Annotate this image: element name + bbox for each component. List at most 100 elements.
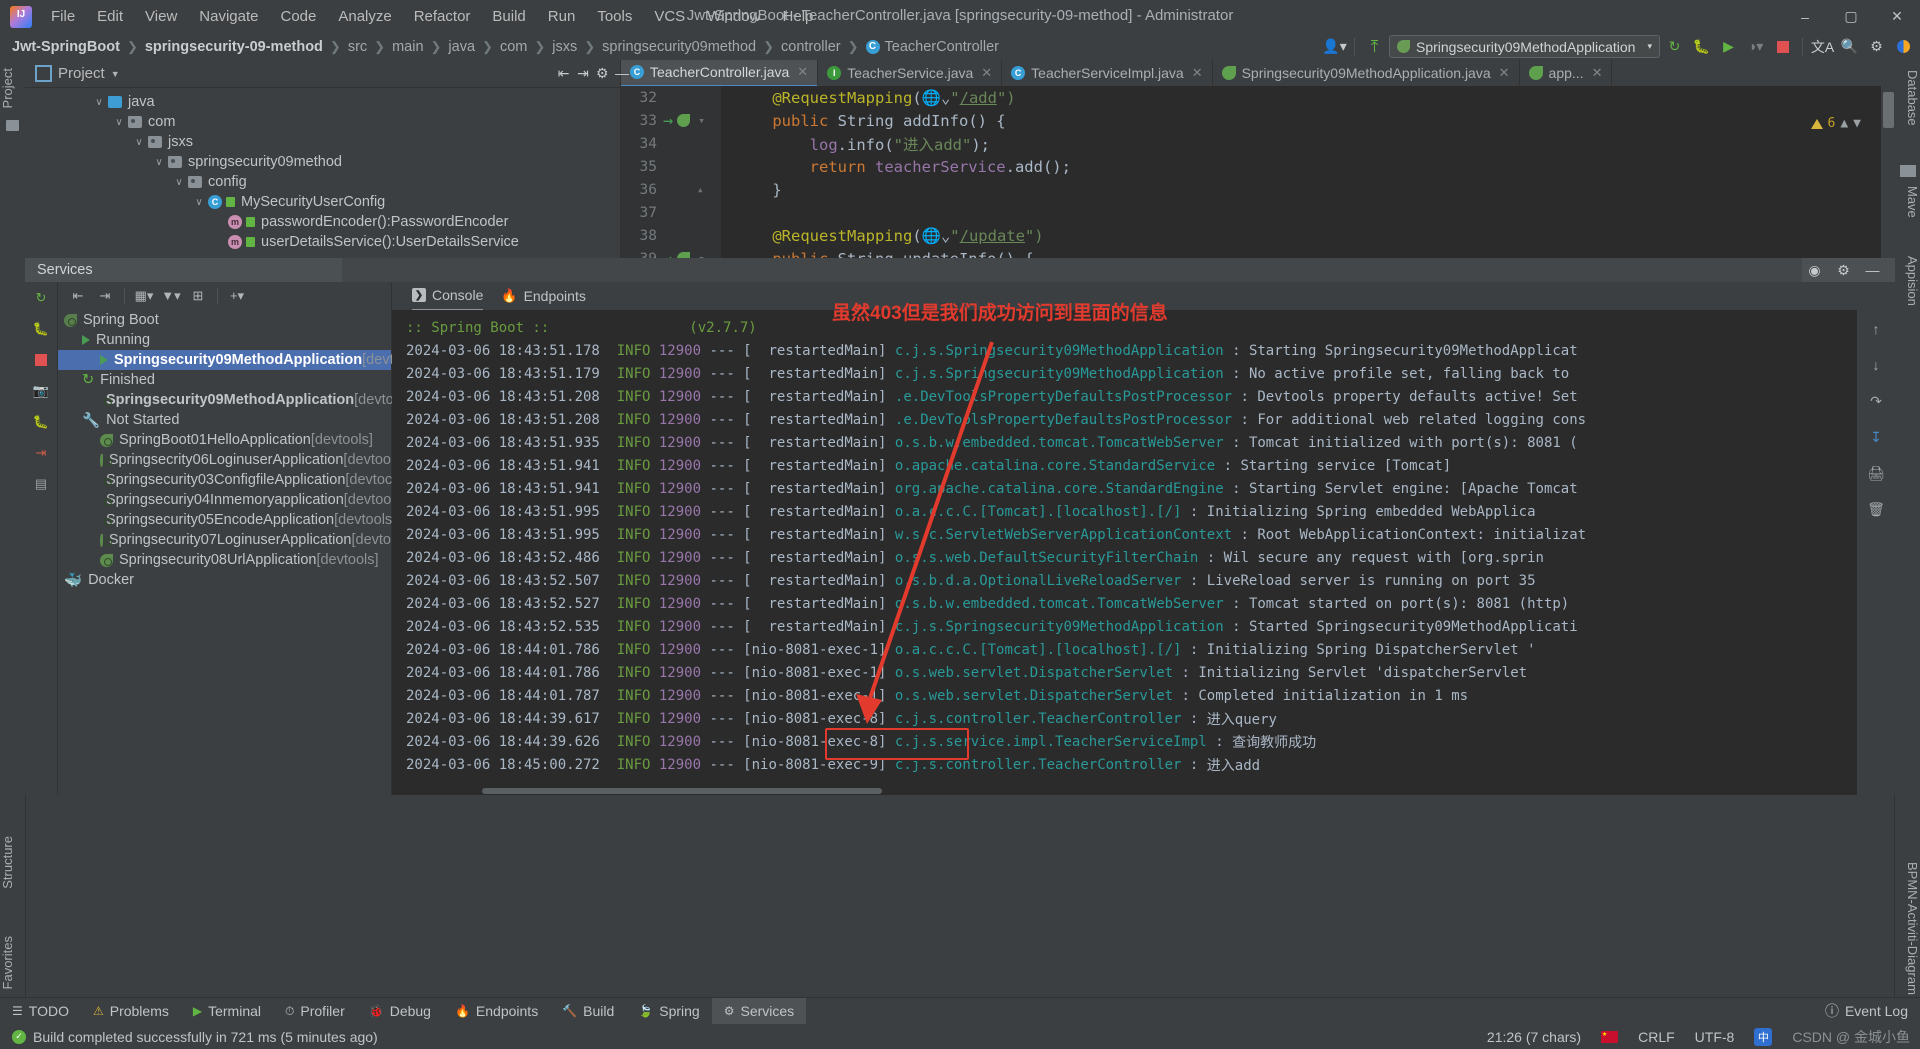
breadcrumb[interactable]: Jwt-SpringBoot ❯ springsecurity-09-method ❯… (0, 39, 999, 55)
debug-icon[interactable]: 🐛 (1689, 35, 1714, 59)
chevron-down-icon[interactable]: ∨ (113, 117, 125, 128)
bottom-tab-profiler[interactable]: ⏱ Profiler (273, 998, 357, 1024)
fold-marker-icon[interactable]: ▾ (698, 114, 705, 127)
ime-indicator[interactable]: 中 (1744, 1027, 1782, 1046)
coverage-icon[interactable]: ◑▾ (1743, 35, 1768, 59)
bottom-tab-build[interactable]: 🔨 Build (550, 998, 626, 1024)
stripe-appision[interactable]: Appision (1895, 250, 1920, 312)
breadcrumb-item-9[interactable]: C TeacherController (865, 39, 999, 55)
menu-item-tools[interactable]: Tools (586, 4, 643, 29)
stripe-project[interactable]: Project (0, 62, 25, 114)
editor-tab-4[interactable]: app... ✕ (1520, 60, 1613, 86)
services-tree-row[interactable]: Springsecrity06LoginuserApplication [dev… (58, 450, 391, 470)
services-tree-row[interactable]: Springsecurity08UrlApplication [devtools… (58, 550, 391, 570)
run-with-icon[interactable]: ▶ (1716, 35, 1741, 59)
camera-icon[interactable]: 📷 (31, 381, 51, 401)
breadcrumb-item-4[interactable]: java (448, 39, 475, 55)
main-menu[interactable]: File Edit View Navigate Code Analyze Refactor B… (40, 4, 824, 29)
project-tree-row[interactable]: m passwordEncoder():PasswordEncoder (25, 212, 620, 232)
fold-end-icon[interactable]: ▴ (697, 183, 704, 196)
filter-icon[interactable]: ▼▾ (159, 285, 183, 307)
theme-icon[interactable] (1891, 35, 1916, 59)
hide-panel-icon[interactable]: — (615, 61, 629, 85)
chevron-down-icon[interactable]: ∨ (133, 137, 145, 148)
clear-all-icon[interactable]: 🗑 (1865, 498, 1887, 520)
add-service-icon[interactable]: +▾ (225, 285, 249, 307)
code-text[interactable]: public String addInfo() { (721, 112, 1005, 130)
settings-gear-icon[interactable]: ⚙ (1864, 35, 1889, 59)
chevron-down-icon[interactable]: ∨ (193, 197, 205, 208)
run-configuration-selector[interactable]: Springsecurity09MethodApplication ▾ (1389, 35, 1660, 58)
maximize-icon[interactable]: ▢ (1828, 0, 1874, 33)
code-text[interactable]: return teacherService.add(); (721, 158, 1071, 176)
chevron-down-icon[interactable]: ∨ (153, 157, 165, 168)
run-arrow-icon[interactable]: → (663, 249, 673, 259)
editor-tab-3[interactable]: Springsecurity09MethodApplication.java ✕ (1213, 60, 1520, 86)
bottom-tab-terminal[interactable]: ▶ Terminal (181, 998, 273, 1024)
attach-debugger-icon[interactable]: 🐛 (31, 412, 51, 432)
run-arrow-icon[interactable]: → (663, 111, 673, 131)
editor-tab-0[interactable]: C TeacherController.java ✕ (621, 60, 819, 86)
menu-item-code[interactable]: Code (269, 4, 327, 29)
services-tree-row[interactable]: Springsecuriy04Inmemoryapplication [devt… (58, 490, 391, 510)
breadcrumb-item-0[interactable]: Jwt-SpringBoot (12, 39, 120, 55)
breadcrumb-item-3[interactable]: main (392, 39, 423, 55)
layout-icon[interactable]: ▤ (31, 474, 51, 494)
line-separator[interactable]: CRLF (1628, 1029, 1685, 1045)
bottom-tab-spring[interactable]: 🍃 Spring (626, 998, 711, 1024)
close-icon[interactable]: ✕ (981, 65, 992, 81)
project-tree-row[interactable]: ∨ com (25, 112, 620, 132)
menu-item-file[interactable]: File (40, 4, 86, 29)
bottom-tab-debug[interactable]: 🐞 Debug (357, 998, 443, 1024)
breadcrumb-item-7[interactable]: springsecurity09method (602, 39, 756, 55)
caret-position[interactable]: 21:26 (7 chars) (1477, 1029, 1591, 1045)
debug-rerun-icon[interactable]: 🐛 (31, 319, 51, 339)
scroll-to-end-icon[interactable]: ↧ (1865, 426, 1887, 448)
breadcrumb-item-8[interactable]: controller (781, 39, 841, 55)
stripe-structure[interactable]: Structure (0, 830, 25, 895)
code-text[interactable]: @RequestMapping(🌐⌄"/add") (721, 89, 1015, 107)
group-by-icon[interactable]: ▦▾ (132, 285, 156, 307)
add-tab-icon[interactable]: ⊞ (186, 285, 210, 307)
menu-item-navigate[interactable]: Navigate (188, 4, 269, 29)
code-view[interactable]: 32 @RequestMapping(🌐⌄"/add") 33 → ▾ public … (621, 86, 1895, 258)
services-tree-row[interactable]: Springsecurity05EncodeApplication [devto… (58, 510, 396, 530)
collapse-all-icon[interactable]: ⇥ (576, 61, 589, 85)
project-tree-row[interactable]: ∨ config (25, 172, 620, 192)
event-log-button[interactable]: ⓘ Event Log (1813, 998, 1920, 1024)
console-tab-console[interactable]: ❯ Console (412, 281, 484, 311)
stop-process-icon[interactable] (31, 350, 51, 370)
console-tab-endpoints[interactable]: 🔥 Endpoints (501, 282, 585, 310)
project-settings-icon[interactable]: ⚙ (596, 61, 609, 85)
menu-item-analyze[interactable]: Analyze (327, 4, 402, 29)
stripe-favorites[interactable]: Favorites (0, 930, 25, 995)
chevron-down-icon[interactable]: ▼ (111, 69, 120, 79)
breadcrumb-item-2[interactable]: src (348, 39, 367, 55)
project-tree-row[interactable]: ∨ java (25, 92, 620, 112)
menu-item-refactor[interactable]: Refactor (403, 4, 482, 29)
project-tree-row[interactable]: ∨ springsecurity09method (25, 152, 620, 172)
services-tree-row[interactable]: Springsecurity09MethodApplication [devto… (58, 390, 401, 410)
chevron-down-icon[interactable]: ∨ (173, 177, 185, 188)
editor-scrollbar[interactable] (1881, 86, 1895, 258)
services-hide-icon[interactable]: — (1860, 258, 1885, 282)
services-tree-row[interactable]: 🔧 Not Started (58, 410, 391, 430)
gutter-marker[interactable]: →▾ (657, 111, 721, 131)
expand-all-icon[interactable]: ⇤ (557, 61, 570, 85)
services-tree-row[interactable]: ↻ Finished (58, 370, 391, 390)
breadcrumb-item-1[interactable]: springsecurity-09-method (145, 39, 323, 55)
project-tree-row[interactable]: ∨ C MySecurityUserConfig (25, 192, 620, 212)
stop-icon[interactable] (1770, 35, 1795, 59)
menu-item-edit[interactable]: Edit (86, 4, 134, 29)
stripe-folder-icon[interactable] (0, 114, 25, 136)
export-icon[interactable]: ⇥ (31, 443, 51, 463)
run-icon[interactable]: ↻ (1662, 35, 1687, 59)
inspection-widget[interactable]: 6 ▲ ▼ (1810, 116, 1861, 131)
services-settings-icon[interactable]: ⚙ (1831, 258, 1856, 282)
bottom-tab-services[interactable]: ⚙ Services (711, 998, 807, 1024)
close-icon[interactable]: ✕ (1874, 0, 1920, 33)
chevron-down-icon[interactable]: ∨ (93, 97, 105, 108)
services-tree-row[interactable]: Spring Boot (58, 310, 391, 330)
bottom-tab-todo[interactable]: ☰ TODO (0, 998, 81, 1024)
menu-item-vcs[interactable]: VCS (643, 4, 696, 29)
